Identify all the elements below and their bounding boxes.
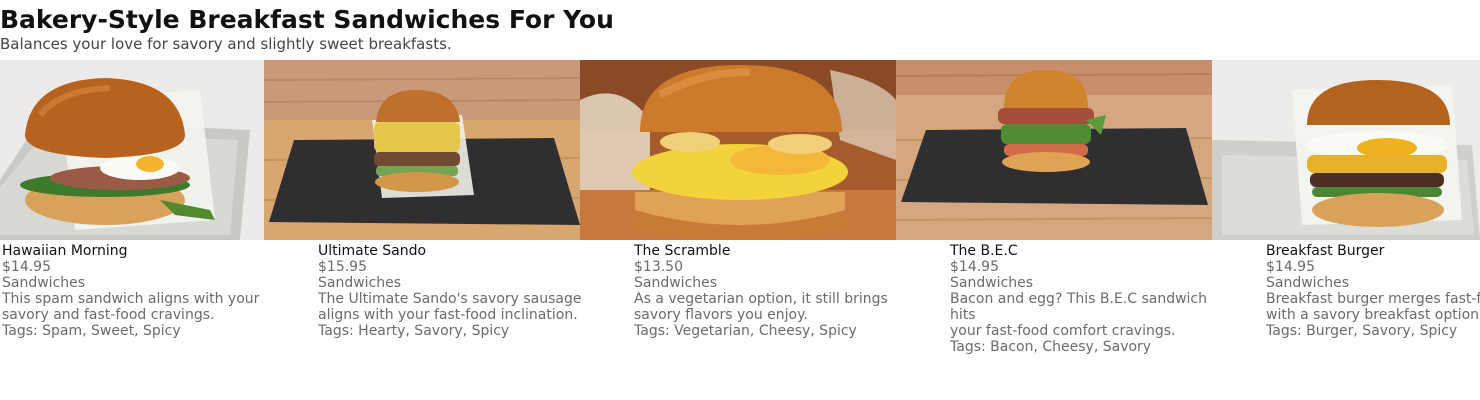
product-category: Sandwiches xyxy=(634,275,718,291)
product-tags: Tags: Bacon, Cheesy, Savory xyxy=(950,339,1152,355)
product-name[interactable]: The B.E.C xyxy=(950,243,1250,259)
product-description-line1: Bacon and egg? This B.E.C sandwich hits xyxy=(950,291,1208,323)
product-price: $14.95 xyxy=(950,259,999,275)
product-name[interactable]: Ultimate Sando xyxy=(318,243,618,259)
product-price: $14.95 xyxy=(2,259,51,275)
product-card-1[interactable]: Hawaiian Morning $14.95 Sandwiches This … xyxy=(2,243,302,339)
page-subtitle: Balances your love for savory and slight… xyxy=(0,35,452,53)
product-price: $13.50 xyxy=(634,259,683,275)
product-description-line2: your fast-food comfort cravings. xyxy=(950,323,1176,339)
product-card-2[interactable]: Ultimate Sando $15.95 Sandwiches The Ult… xyxy=(318,243,618,339)
product-description-line1: The Ultimate Sando's savory sausage xyxy=(318,291,582,307)
product-tags: Tags: Vegetarian, Cheesy, Spicy xyxy=(634,323,857,339)
product-image-breakfast-burger[interactable] xyxy=(1212,60,1480,240)
product-tags: Tags: Burger, Savory, Spicy xyxy=(1266,323,1458,339)
product-description-line1: As a vegetarian option, it still brings xyxy=(634,291,888,307)
product-description-line1: Breakfast burger merges fast-food xyxy=(1266,291,1480,307)
product-image-strip xyxy=(0,60,1480,240)
product-description-line1: This spam sandwich aligns with your xyxy=(2,291,260,307)
product-description-line2: with a savory breakfast option. xyxy=(1266,307,1480,323)
product-image-the-scramble[interactable] xyxy=(580,60,896,240)
product-image-the-bec[interactable] xyxy=(896,60,1212,240)
product-description-line2: aligns with your fast-food inclination. xyxy=(318,307,578,323)
product-category: Sandwiches xyxy=(2,275,86,291)
product-category: Sandwiches xyxy=(950,275,1034,291)
product-card-3[interactable]: The Scramble $13.50 Sandwiches As a vege… xyxy=(634,243,934,339)
product-name[interactable]: The Scramble xyxy=(634,243,934,259)
product-category: Sandwiches xyxy=(318,275,402,291)
product-image-hawaiian-morning[interactable] xyxy=(0,60,264,240)
product-price: $14.95 xyxy=(1266,259,1315,275)
product-description-line2: savory and fast-food cravings. xyxy=(2,307,215,323)
product-description-line2: savory flavors you enjoy. xyxy=(634,307,808,323)
product-name[interactable]: Hawaiian Morning xyxy=(2,243,302,259)
product-image-ultimate-sando[interactable] xyxy=(264,60,580,240)
product-card-5[interactable]: Breakfast Burger $14.95 Sandwiches Break… xyxy=(1266,243,1480,339)
product-tags: Tags: Spam, Sweet, Spicy xyxy=(2,323,181,339)
product-name[interactable]: Breakfast Burger xyxy=(1266,243,1480,259)
page-title: Bakery-Style Breakfast Sandwiches For Yo… xyxy=(0,5,614,34)
product-card-4[interactable]: The B.E.C $14.95 Sandwiches Bacon and eg… xyxy=(950,243,1250,355)
product-price: $15.95 xyxy=(318,259,367,275)
product-category: Sandwiches xyxy=(1266,275,1350,291)
product-tags: Tags: Hearty, Savory, Spicy xyxy=(318,323,510,339)
